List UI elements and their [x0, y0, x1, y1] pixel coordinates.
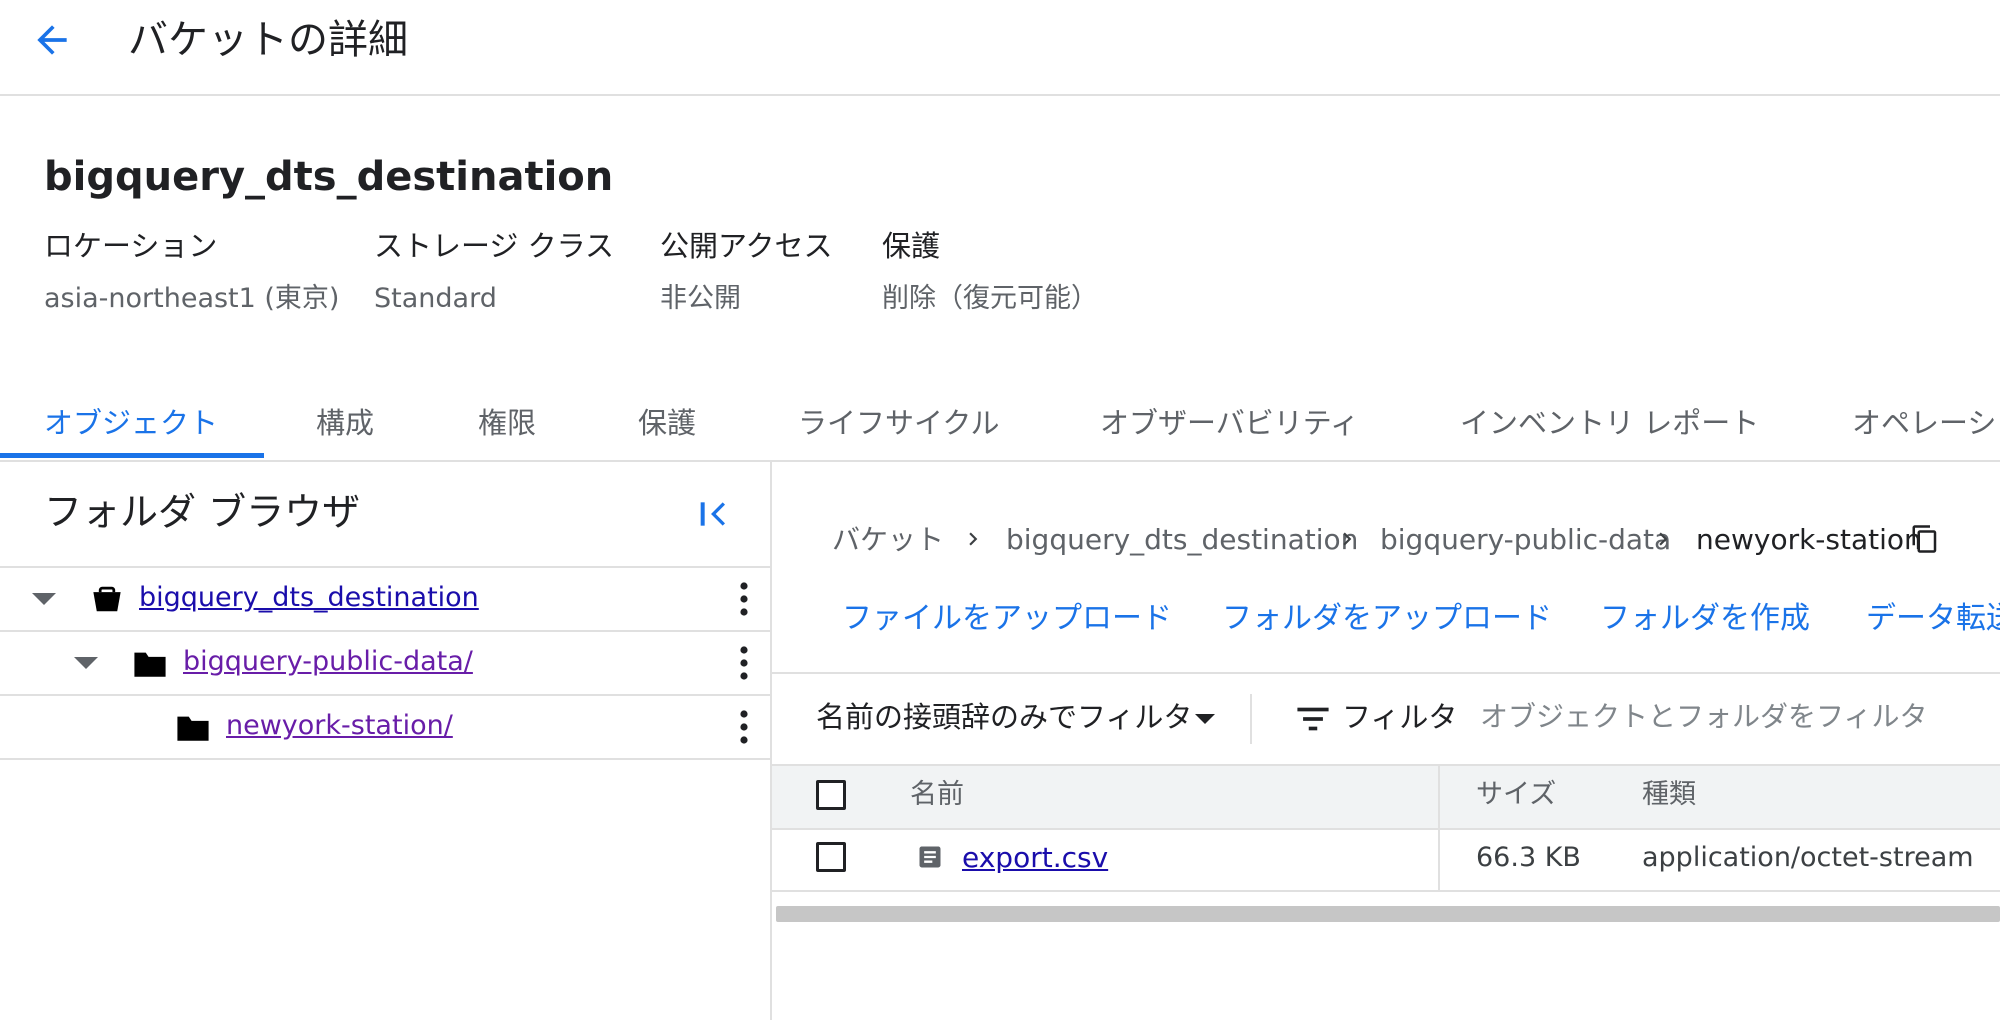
tab-operations[interactable]: オペレーション: [1852, 398, 2000, 458]
row-checkbox[interactable]: [816, 842, 846, 872]
table-row: export.csv 66.3 KB application/octet-str…: [772, 828, 2000, 892]
storage-class-value: Standard: [374, 283, 497, 314]
filter-icon: [1297, 707, 1329, 731]
file-size: 66.3 KB: [1476, 842, 1581, 873]
tab-permissions[interactable]: 権限: [478, 398, 536, 458]
protection-value: 削除（復元可能）: [882, 283, 1098, 314]
storage-class-label: ストレージ クラス: [374, 229, 615, 263]
expand-caret-icon[interactable]: [32, 593, 56, 605]
upload-files-button[interactable]: ファイルをアップロード: [842, 598, 1172, 640]
filter-separator: [1250, 694, 1252, 744]
expand-caret-icon[interactable]: [74, 657, 98, 669]
tree-row-folder[interactable]: newyork-station/: [0, 694, 770, 760]
more-options-icon[interactable]: [740, 709, 748, 745]
public-access-value: 非公開: [660, 283, 741, 314]
folder-browser-title: フォルダ ブラウザ: [44, 490, 361, 534]
upload-folder-button[interactable]: フォルダをアップロード: [1222, 598, 1552, 640]
location-value: asia-northeast1 (東京): [44, 283, 340, 314]
prefix-filter-dropdown[interactable]: 名前の接頭辞のみでフィルタ: [816, 696, 1192, 738]
tree-item-label[interactable]: bigquery-public-data/: [183, 644, 473, 680]
tree-item-label[interactable]: newyork-station/: [226, 708, 453, 744]
tab-protection[interactable]: 保護: [638, 398, 696, 458]
tree-row-folder[interactable]: bigquery-public-data/: [0, 630, 770, 694]
tabs-bar: オブジェクト 構成 権限 保護 ライフサイクル オブザーバビリティ インベントリ…: [0, 390, 2000, 462]
more-options-icon[interactable]: [740, 645, 748, 681]
breadcrumb-bucket[interactable]: bigquery_dts_destination: [1006, 520, 1358, 560]
bucket-name: bigquery_dts_destination: [44, 154, 614, 200]
collapse-panel-icon[interactable]: [694, 494, 734, 534]
tab-observability[interactable]: オブザーバビリティ: [1100, 398, 1359, 458]
file-icon: [919, 846, 941, 868]
dropdown-arrow-icon[interactable]: [1195, 714, 1215, 724]
column-header-size[interactable]: サイズ: [1476, 775, 1556, 815]
tree-item-label[interactable]: bigquery_dts_destination: [139, 580, 479, 616]
chevron-right-icon: [1659, 532, 1668, 546]
tree-row-bucket[interactable]: bigquery_dts_destination: [0, 566, 770, 630]
file-type: application/octet-stream: [1642, 842, 1974, 873]
folder-icon: [177, 716, 209, 741]
breadcrumb-buckets[interactable]: バケット: [832, 520, 944, 560]
chevron-right-icon: [1343, 532, 1352, 546]
active-tab-indicator: [0, 453, 264, 458]
tab-configuration[interactable]: 構成: [316, 398, 374, 458]
public-access-label: 公開アクセス: [660, 229, 833, 263]
tab-lifecycle[interactable]: ライフサイクル: [798, 398, 1000, 458]
file-name-link[interactable]: export.csv: [962, 838, 1108, 878]
breadcrumb-current: newyork-station: [1696, 523, 1922, 556]
more-options-icon[interactable]: [740, 581, 748, 617]
filter-label: フィルタ: [1342, 700, 1458, 734]
chevron-right-icon: [969, 532, 978, 546]
breadcrumb-folder[interactable]: bigquery-public-data: [1380, 520, 1671, 560]
folder-icon: [134, 652, 166, 677]
tab-inventory-reports[interactable]: インベントリ レポート: [1460, 398, 1759, 458]
create-folder-button[interactable]: フォルダを作成: [1600, 598, 1810, 640]
horizontal-scrollbar[interactable]: [776, 906, 2000, 922]
protection-label: 保護: [882, 229, 941, 263]
copy-path-icon[interactable]: [1910, 522, 1940, 556]
page-title: バケットの詳細: [128, 17, 408, 63]
column-header-name[interactable]: 名前: [910, 775, 964, 815]
select-all-checkbox[interactable]: [816, 780, 846, 810]
tab-objects[interactable]: オブジェクト: [44, 398, 218, 458]
location-label: ロケーション: [44, 229, 218, 263]
filter-objects-input[interactable]: [1480, 692, 2000, 740]
toolbar-divider: [772, 672, 2000, 674]
transfer-data-button[interactable]: データ転送: [1866, 598, 2000, 640]
back-arrow-icon[interactable]: [30, 18, 74, 62]
column-header-type[interactable]: 種類: [1642, 775, 1696, 815]
table-header: 名前 サイズ 種類: [772, 764, 2000, 830]
bucket-icon: [93, 586, 121, 612]
